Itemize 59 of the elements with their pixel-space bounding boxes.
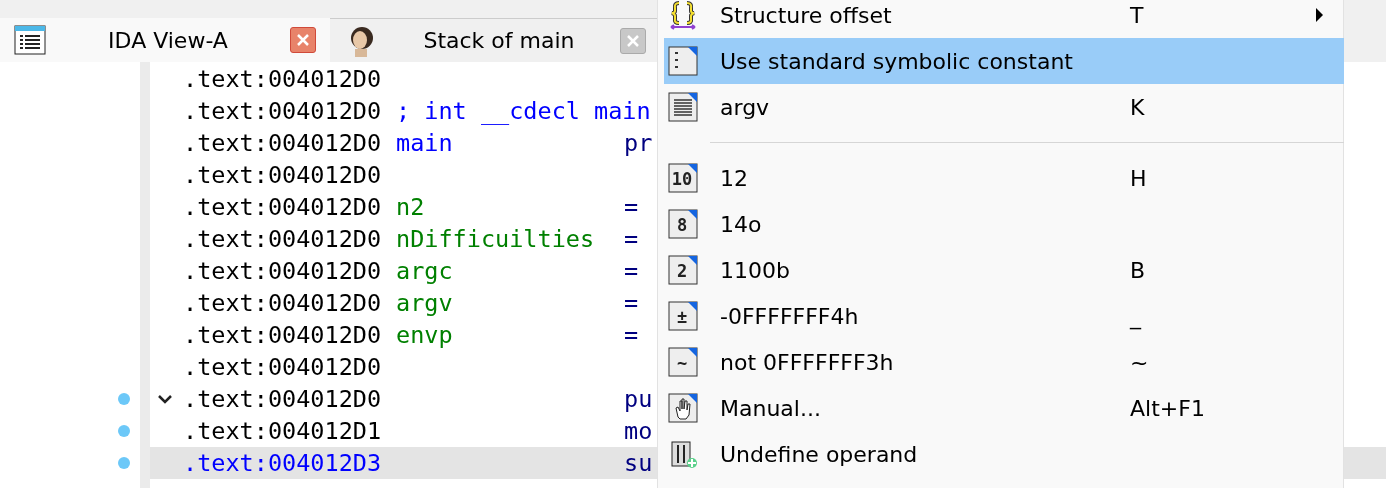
instruction-text: su [624, 449, 653, 477]
close-icon [296, 33, 310, 47]
collapse-chevron-icon[interactable] [157, 394, 173, 404]
instruction-text: = [624, 321, 639, 349]
menu-item[interactable]: 10 12 H [664, 155, 1344, 201]
address-text: .text:004012D0 [183, 257, 383, 285]
menu-item[interactable]: Undefine operand [664, 431, 1344, 477]
number-base-icon: ± [668, 301, 698, 331]
symbol-name: n2 [396, 193, 425, 221]
address-text: .text:004012D0 [183, 353, 383, 381]
address-text: .text:004012D0 [183, 161, 383, 189]
close-button[interactable] [620, 27, 646, 54]
number-base-icon: 8 [668, 209, 698, 239]
breakpoint-dot[interactable] [118, 425, 130, 437]
address-text: .text:004012D1 [183, 417, 383, 445]
number-base-icon: 10 [668, 163, 698, 193]
menu-item[interactable]: 8 14o [664, 201, 1344, 247]
instruction-text: pr [624, 129, 653, 157]
instruction-text: = [624, 225, 639, 253]
tab[interactable]: IDA View-A [0, 18, 330, 62]
menu-item[interactable]: Manual... Alt+F1 [664, 385, 1344, 431]
listing-icon [14, 25, 46, 55]
breakpoint-dot[interactable] [118, 457, 130, 469]
symbol-name: main [396, 129, 453, 157]
menu-item[interactable]: ± -0FFFFFFF4h _ [664, 293, 1344, 339]
undefine-icon [668, 439, 698, 469]
breakpoint-dot[interactable] [118, 393, 130, 405]
number-base-icon: 2 [668, 255, 698, 285]
symbol-name: argc [396, 257, 453, 285]
symbol-name: nDifficuilties [396, 225, 595, 253]
address-text: .text:004012D0 [183, 97, 383, 125]
menu-item[interactable]: Structure offset T [664, 0, 1344, 38]
address-text: .text:004012D0 [183, 289, 383, 317]
address-text: .text:004012D0 [183, 129, 383, 157]
symbol-name: envp [396, 321, 453, 349]
close-button[interactable] [290, 27, 316, 53]
digits-list-icon [668, 46, 698, 76]
stack-icon [668, 92, 698, 122]
address-text: .text:004012D0 [183, 225, 383, 253]
instruction-text: pu [624, 385, 653, 413]
instruction-text: = [624, 193, 639, 221]
address-text: .text:004012D3 [183, 449, 383, 477]
hand-icon [668, 393, 698, 423]
instruction-text: mo [624, 417, 653, 445]
instruction-text: = [624, 289, 639, 317]
address-text: .text:004012D0 [183, 193, 383, 221]
address-text: .text:004012D0 [183, 65, 383, 93]
address-text: .text:004012D0 [183, 321, 383, 349]
symbol-name: argv [396, 289, 453, 317]
menu-item[interactable]: Use standard symbolic constant [664, 38, 1344, 84]
menu-item[interactable]: argv K [664, 84, 1344, 130]
address-text: .text:004012D0 [183, 385, 383, 413]
braces-icon [668, 0, 698, 30]
menu-item[interactable]: ~ not 0FFFFFFF3h ~ [664, 339, 1344, 385]
comment-text: ; int __cdecl main [396, 97, 651, 125]
instruction-text: = [624, 257, 639, 285]
close-icon [626, 33, 640, 48]
number-base-icon: ~ [668, 347, 698, 377]
menu-item[interactable]: 2 1100b B [664, 247, 1344, 293]
